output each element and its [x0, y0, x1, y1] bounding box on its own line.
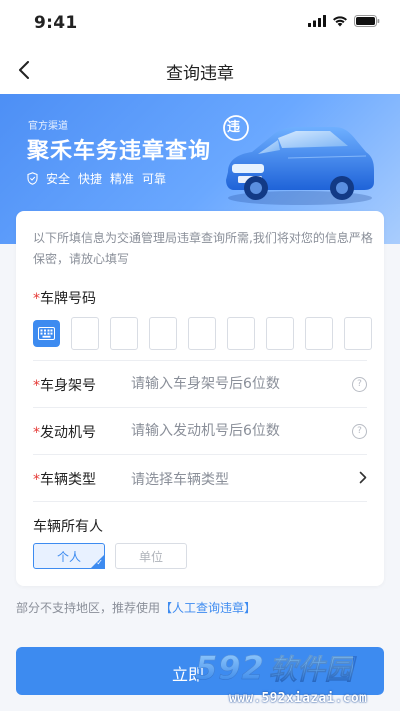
plate-number-label: *车牌号码 — [33, 288, 96, 308]
vehicle-type-row[interactable]: *车辆类型 请选择车辆类型 — [33, 454, 367, 501]
vehicle-type-label-text: 车辆类型 — [40, 472, 96, 488]
nav-bar: 查询违章 — [0, 46, 400, 94]
plate-char-box[interactable] — [305, 317, 333, 350]
plate-char-box[interactable] — [149, 317, 177, 350]
chevron-right-icon[interactable] — [359, 471, 367, 484]
watermark-logo: 592 软件园 — [195, 648, 353, 688]
plate-input-row — [33, 317, 372, 350]
engine-number-row: *发动机号 ? — [33, 407, 367, 454]
banner-tag: 快捷 — [78, 172, 103, 186]
plate-char-box[interactable] — [344, 317, 372, 350]
frame-number-row: *车身架号 ? — [33, 360, 367, 407]
frame-number-label: *车身架号 — [33, 375, 96, 395]
plate-char-box[interactable] — [110, 317, 138, 350]
required-mark: * — [33, 425, 40, 441]
engine-number-label-text: 发动机号 — [40, 425, 96, 441]
plate-char-box[interactable] — [71, 317, 99, 350]
frame-number-label-text: 车身架号 — [40, 378, 96, 394]
footer-note-text: 部分不支持地区，推荐使用 — [16, 601, 161, 615]
banner-tag: 可靠 — [142, 172, 167, 186]
page-title: 查询违章 — [166, 64, 234, 84]
required-mark: * — [33, 291, 40, 307]
vehicle-type-label: *车辆类型 — [33, 469, 96, 489]
vehicle-type-select[interactable]: 请选择车辆类型 — [131, 469, 229, 489]
owner-option-label: 个人 — [56, 550, 81, 564]
help-icon[interactable]: ? — [352, 377, 367, 392]
owner-option-label: 单位 — [138, 550, 163, 564]
owner-option-organization[interactable]: 单位 — [115, 543, 187, 569]
plate-number-label-text: 车牌号码 — [40, 291, 96, 307]
watermark-number: 592 — [195, 649, 265, 688]
privacy-notice: 以下所填信息为交通管理局违章查询所需,我们将对您的信息严格保密，请放心填写 — [33, 231, 373, 266]
plate-char-box[interactable] — [266, 317, 294, 350]
frame-number-input[interactable] — [131, 373, 341, 395]
status-bar: 9:41 — [0, 0, 400, 46]
banner-tag: 安全 — [46, 172, 71, 186]
watermark-text: 软件园 — [269, 648, 354, 688]
signal-icon — [308, 15, 326, 27]
vehicle-owner-options: 个人 ✓ 单位 — [33, 543, 187, 569]
manual-query-link[interactable]: 【人工查询违章】 — [160, 601, 256, 615]
engine-number-input[interactable] — [131, 420, 341, 442]
watermark-url: www.592xiazai.com — [229, 691, 368, 706]
status-icons — [308, 15, 380, 27]
required-mark: * — [33, 378, 40, 394]
check-icon: ✓ — [96, 558, 103, 567]
engine-number-label: *发动机号 — [33, 422, 96, 442]
shield-icon — [27, 172, 38, 185]
site-watermark: 592 软件园 www.592xiazai.com — [195, 644, 400, 711]
help-icon[interactable]: ? — [352, 424, 367, 439]
banner-tags: 安全 快捷 精准 可靠 — [27, 170, 166, 187]
query-form-card: 以下所填信息为交通管理局违章查询所需,我们将对您的信息严格保密，请放心填写 *车… — [16, 211, 384, 586]
keyboard-button[interactable] — [33, 320, 60, 347]
wifi-icon — [333, 16, 347, 27]
status-time: 9:41 — [34, 13, 78, 33]
banner-title: 聚禾车务违章查询 — [27, 139, 212, 164]
banner-subtitle: 官方渠道 — [28, 121, 68, 132]
violation-badge-text: 违 — [227, 120, 241, 135]
vehicle-owner-label: 车辆所有人 — [33, 519, 103, 535]
plate-char-box[interactable] — [188, 317, 216, 350]
owner-option-individual[interactable]: 个人 ✓ — [33, 543, 105, 569]
required-mark: * — [33, 472, 40, 488]
battery-icon — [354, 15, 380, 27]
footer-note: 部分不支持地区，推荐使用【人工查询违章】 — [16, 599, 256, 616]
divider — [33, 501, 367, 502]
banner-tag: 精准 — [110, 172, 135, 186]
keyboard-icon — [38, 327, 55, 340]
plate-char-box[interactable] — [227, 317, 255, 350]
